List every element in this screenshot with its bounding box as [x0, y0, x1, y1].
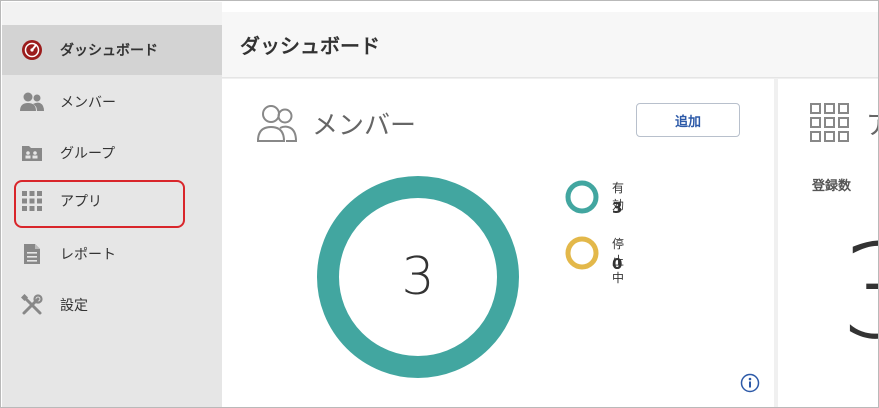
members-outline-icon — [256, 103, 298, 147]
add-member-button[interactable]: 追加 — [636, 103, 740, 137]
app-window: ダッシュボード メンバー グループ アプリ レポート 設定 ダッシュボード メン… — [0, 0, 879, 408]
sidebar-item-label: グループ — [60, 146, 116, 162]
sidebar-item-label: ダッシュボード — [60, 43, 158, 59]
settings-tools-icon — [20, 293, 44, 317]
page-title: ダッシュボード — [240, 34, 380, 58]
sidebar-item-label: メンバー — [60, 95, 116, 111]
main-area: ダッシュボード メンバー 追加 3 有効 3 停止中 0 登録数 — [222, 2, 878, 407]
sidebar-item-groups[interactable]: グループ — [2, 128, 222, 178]
members-total-value: 3 — [401, 247, 435, 307]
legend-ring-suspended-icon — [565, 236, 599, 270]
apps-card: ア 登録数 3 — [778, 79, 878, 407]
header-top-strip — [222, 2, 878, 12]
sidebar-item-label: レポート — [60, 247, 116, 263]
group-folder-icon — [20, 141, 44, 165]
sidebar: ダッシュボード メンバー グループ アプリ レポート 設定 — [2, 2, 222, 407]
apps-grid-outline-icon — [810, 103, 850, 147]
sidebar-item-apps[interactable]: アプリ — [2, 176, 222, 228]
apps-grid-icon — [20, 189, 44, 213]
sidebar-item-label: アプリ — [60, 194, 102, 210]
apps-count-label: 登録数 — [812, 179, 852, 194]
members-icon — [20, 90, 44, 114]
sidebar-item-members[interactable]: メンバー — [2, 77, 222, 127]
report-document-icon — [20, 242, 44, 266]
sidebar-item-dashboard[interactable]: ダッシュボード — [2, 25, 222, 75]
info-icon[interactable] — [740, 373, 760, 397]
legend-ring-active-icon — [565, 180, 599, 214]
dashboard-gauge-icon — [20, 38, 44, 62]
apps-count-value: 3 — [840, 227, 878, 357]
header: ダッシュボード — [222, 2, 878, 78]
members-card-title: メンバー — [312, 111, 417, 141]
sidebar-item-label: 設定 — [60, 298, 88, 314]
legend-value: 3 — [612, 199, 623, 217]
members-card: メンバー 追加 3 有効 3 停止中 0 — [222, 79, 774, 407]
sidebar-top-strip — [2, 2, 222, 25]
sidebar-item-settings[interactable]: 設定 — [2, 280, 222, 330]
sidebar-item-reports[interactable]: レポート — [2, 229, 222, 279]
legend-value: 0 — [612, 255, 623, 273]
apps-card-title: ア — [866, 105, 878, 142]
